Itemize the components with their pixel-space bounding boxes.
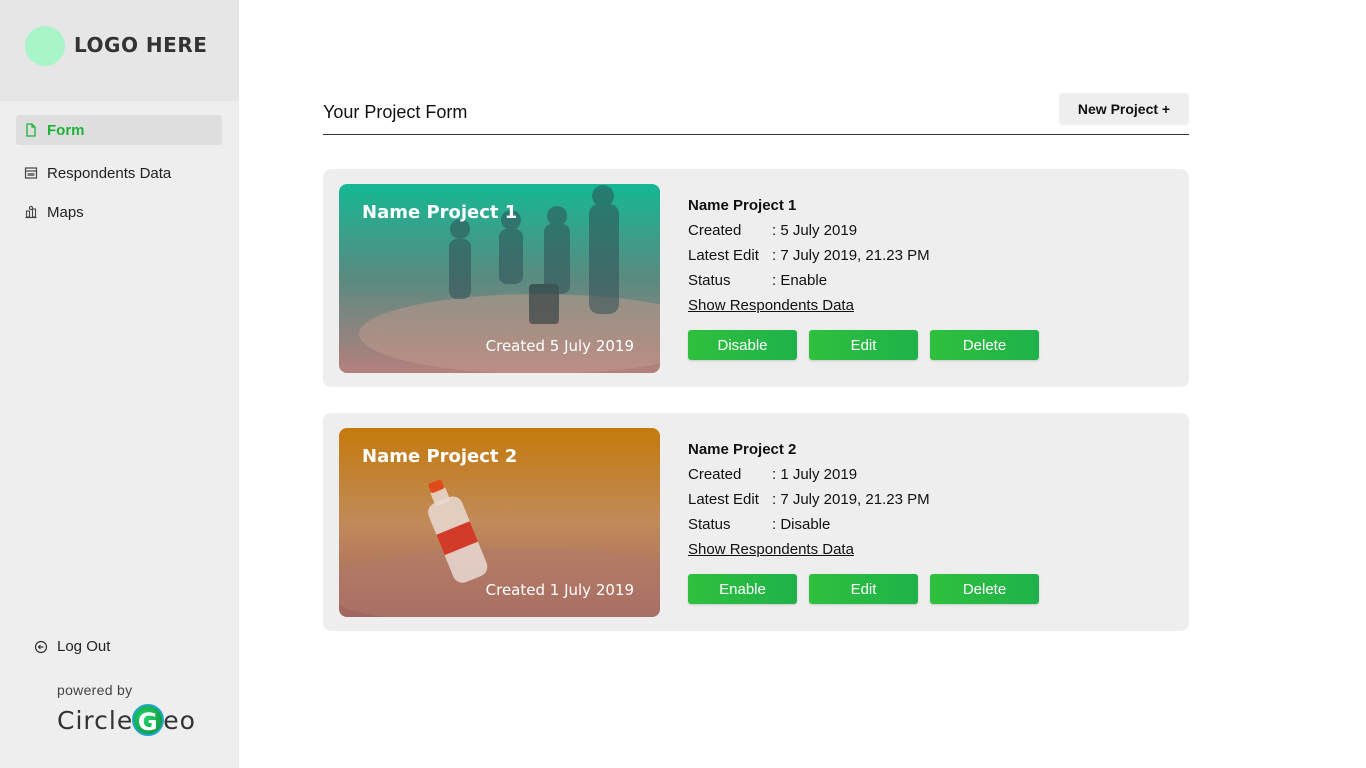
- project-info: Name Project 1 Created : 5 July 2019 Late…: [688, 197, 930, 322]
- thumbnail-date: Created 5 July 2019: [485, 337, 634, 355]
- created-value: : 1 July 2019: [772, 466, 858, 483]
- brand-name-left: Circle: [57, 705, 134, 735]
- sidebar-item-maps[interactable]: Maps: [16, 197, 222, 227]
- created-row: Created : 5 July 2019: [688, 222, 930, 247]
- thumbnail-date: Created 1 July 2019: [485, 581, 634, 599]
- delete-button[interactable]: Delete: [930, 330, 1039, 360]
- document-icon: [24, 123, 38, 137]
- project-card: Name Project 2 Created 1 July 2019 Name …: [323, 413, 1189, 631]
- map-icon: [24, 205, 38, 219]
- logo-area: LOGO HERE: [0, 0, 239, 101]
- show-respondents-link[interactable]: Show Respondents Data: [688, 297, 930, 322]
- sidebar: LOGO HERE Form Respondents Data Maps Log…: [0, 0, 239, 768]
- logout-button[interactable]: Log Out: [34, 638, 110, 655]
- project-thumbnail[interactable]: Name Project 2 Created 1 July 2019: [339, 428, 660, 617]
- edit-button[interactable]: Edit: [809, 330, 918, 360]
- sidebar-item-label: Form: [47, 121, 85, 139]
- circlegeo-logo: Circle G eo: [57, 704, 196, 736]
- sidebar-item-label: Maps: [47, 203, 84, 221]
- sidebar-item-respondents-data[interactable]: Respondents Data: [16, 158, 222, 188]
- enable-button[interactable]: Enable: [688, 574, 797, 604]
- status-row: Status : Enable: [688, 272, 930, 297]
- created-label: Created: [688, 466, 742, 483]
- disable-button[interactable]: Disable: [688, 330, 797, 360]
- new-project-button[interactable]: New Project +: [1059, 93, 1189, 125]
- created-label: Created: [688, 222, 742, 239]
- latest-edit-value: : 7 July 2019, 21.23 PM: [772, 491, 930, 508]
- latest-edit-row: Latest Edit : 7 July 2019, 21.23 PM: [688, 491, 930, 516]
- status-value: : Disable: [772, 516, 831, 533]
- brand-name-right: eo: [163, 705, 196, 735]
- edit-button[interactable]: Edit: [809, 574, 918, 604]
- title-divider: [323, 134, 1189, 135]
- delete-button[interactable]: Delete: [930, 574, 1039, 604]
- thumbnail-title: Name Project 2: [362, 446, 518, 467]
- show-respondents-link[interactable]: Show Respondents Data: [688, 541, 930, 566]
- status-label: Status: [688, 272, 731, 289]
- brand-g-icon: G: [132, 704, 165, 736]
- project-actions: Enable Edit Delete: [688, 574, 1039, 604]
- latest-edit-label: Latest Edit: [688, 491, 759, 508]
- logo-text: LOGO HERE: [74, 33, 208, 57]
- status-value: : Enable: [772, 272, 828, 289]
- project-name: Name Project 2: [688, 441, 797, 458]
- latest-edit-label: Latest Edit: [688, 247, 759, 264]
- project-name: Name Project 1: [688, 197, 797, 214]
- project-info: Name Project 2 Created : 1 July 2019 Late…: [688, 441, 930, 566]
- page-title: Your Project Form: [323, 102, 468, 122]
- created-value: : 5 July 2019: [772, 222, 858, 239]
- thumbnail-title: Name Project 1: [362, 202, 518, 223]
- latest-edit-value: : 7 July 2019, 21.23 PM: [772, 247, 930, 264]
- logout-label: Log Out: [57, 638, 111, 655]
- logo-icon: [25, 26, 65, 66]
- sidebar-item-form[interactable]: Form: [16, 115, 222, 145]
- project-actions: Disable Edit Delete: [688, 330, 1039, 360]
- status-label: Status: [688, 516, 731, 533]
- created-row: Created : 1 July 2019: [688, 466, 930, 491]
- powered-by-text: powered by: [57, 682, 133, 698]
- status-row: Status : Disable: [688, 516, 930, 541]
- logout-icon: [34, 640, 48, 654]
- table-icon: [24, 166, 38, 180]
- project-thumbnail[interactable]: Name Project 1 Created 5 July 2019: [339, 184, 660, 373]
- sidebar-item-label: Respondents Data: [47, 164, 172, 182]
- latest-edit-row: Latest Edit : 7 July 2019, 21.23 PM: [688, 247, 930, 272]
- project-card: Name Project 1 Created 5 July 2019 Name …: [323, 169, 1189, 387]
